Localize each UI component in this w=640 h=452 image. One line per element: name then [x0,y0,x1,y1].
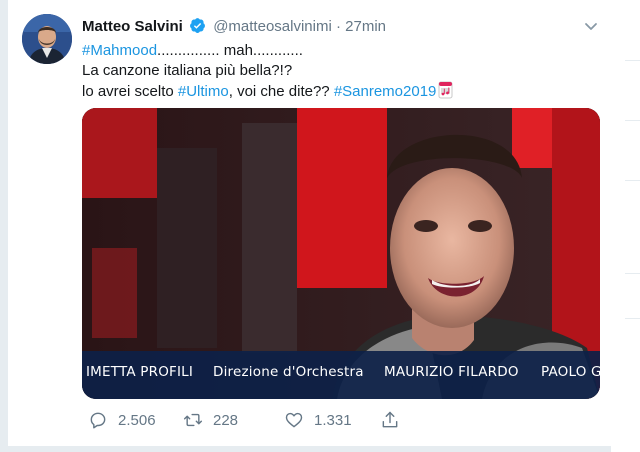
verified-icon [190,18,205,33]
retweet-button[interactable]: 228 [183,408,238,432]
right-sidebar-edge [611,0,640,452]
chevron-down-icon[interactable] [583,18,599,34]
sidebar-divider [625,318,640,319]
music-emoji-icon [438,81,453,99]
reply-button[interactable]: 2.506 [88,408,156,432]
caption-segment-3: MAURIZIO FILARDO [384,364,519,380]
share-button[interactable] [380,408,410,432]
author-name[interactable]: Matteo Salvini [82,18,183,35]
like-button[interactable]: 1.331 [284,408,352,432]
tweet-video[interactable]: IMETTA PROFILI Direzione d'Orchestra MAU… [82,108,600,399]
video-frame [82,108,600,399]
separator-dot: · [335,18,341,35]
share-icon [382,411,398,428]
sidebar-divider [625,120,640,121]
tweet-line-3-text-a: lo avrei scelto [82,83,178,100]
tweet-line-3: lo avrei scelto #Ultimo, voi che dite?? … [82,81,602,102]
caption-segment-1: IMETTA PROFILI [86,364,194,380]
like-count: 1.331 [314,411,352,429]
video-caption: IMETTA PROFILI Direzione d'Orchestra MAU… [82,358,600,386]
retweet-icon [183,413,203,427]
avatar[interactable] [22,14,72,64]
caption-segment-2: Direzione d'Orchestra [213,364,364,380]
tweet-line-2: La canzone italiana più bella?!? [82,62,293,79]
hashtag-sanremo2019[interactable]: #Sanremo2019 [334,83,437,100]
like-icon [285,412,303,428]
tweet-line-3-text-b: , voi che dite?? [228,83,334,100]
caption-segment-4: PAOLO G [541,364,600,380]
author-handle[interactable]: @matteosalvinimi [213,18,332,35]
hashtag-mahmood[interactable]: #Mahmood [82,42,157,59]
sidebar-divider [625,180,640,181]
tweet-actions: 2.506 228 1.331 [82,408,502,432]
reply-count: 2.506 [118,411,156,429]
timestamp[interactable]: 27min [345,18,386,35]
tweet-card[interactable]: Matteo Salvini @matteosalvinimi · 27min … [7,0,612,447]
tweet-header: Matteo Salvini @matteosalvinimi · 27min [82,17,581,39]
hashtag-ultimo[interactable]: #Ultimo [178,83,229,100]
tweet-text: #Mahmood............... mah............ … [82,41,602,102]
tweet-line-1-text: ............... mah............ [157,42,303,59]
retweet-count: 228 [213,411,239,429]
tweet-line-1: #Mahmood............... mah............ [82,41,602,61]
sidebar-divider [625,273,640,274]
reply-icon [90,412,106,429]
background-strip [0,0,7,452]
sidebar-divider [625,60,640,61]
